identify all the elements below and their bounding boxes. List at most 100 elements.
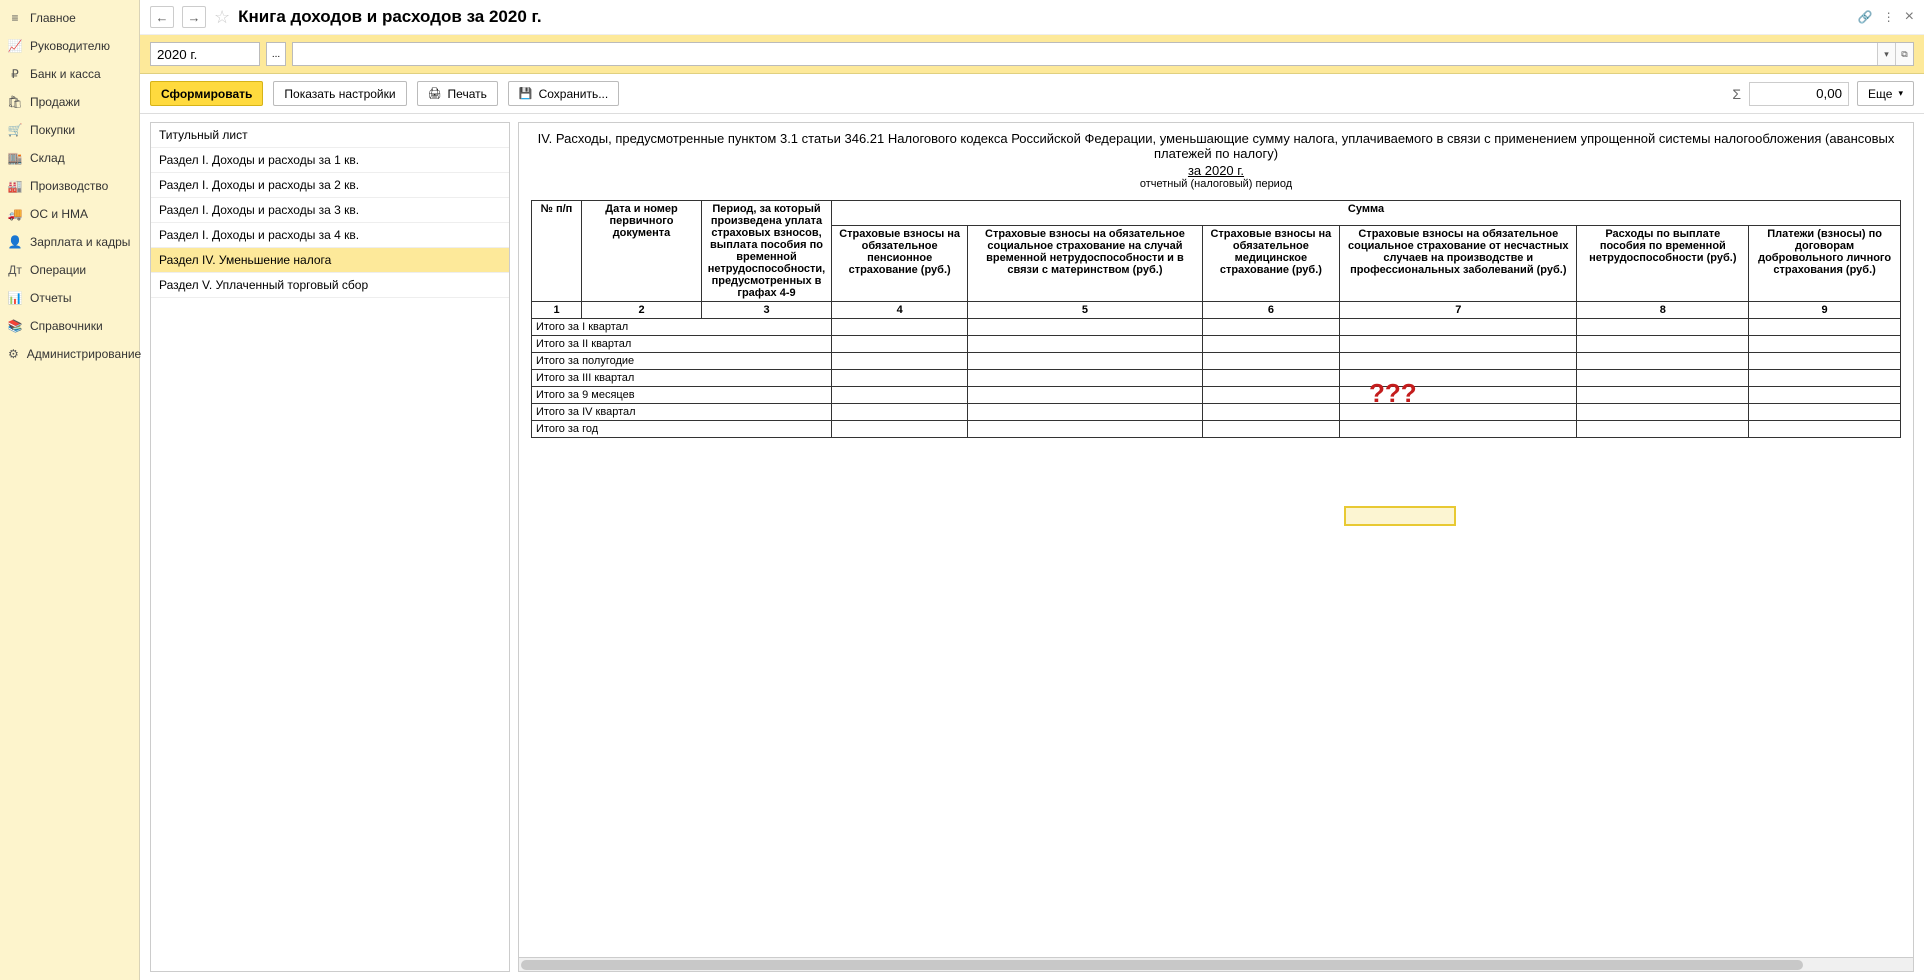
nav-production[interactable]: 🏭Производство xyxy=(0,172,139,200)
link-icon[interactable]: 🔗 xyxy=(1858,10,1873,24)
nav-operations[interactable]: Дт Операции xyxy=(0,256,139,284)
nav-admin[interactable]: ⚙ Администрирование xyxy=(0,340,139,368)
period-input[interactable] xyxy=(150,42,260,66)
nav-warehouse[interactable]: 🏬 Склад xyxy=(0,144,139,172)
nav-refs[interactable]: 📚 Справочники xyxy=(0,312,139,340)
cart-icon: 🛒 xyxy=(8,123,22,137)
scrollbar-thumb[interactable] xyxy=(521,960,1803,970)
section-q4[interactable]: Раздел I. Доходы и расходы за 4 кв. xyxy=(151,223,509,248)
org-input[interactable] xyxy=(293,43,1877,65)
settings-button[interactable]: Показать настройки xyxy=(273,81,406,106)
books-icon: 📚 xyxy=(8,319,22,333)
annotation-question-marks: ??? xyxy=(1369,378,1417,409)
bag-icon: 🛍 xyxy=(8,95,22,109)
section-q1[interactable]: Раздел I. Доходы и расходы за 1 кв. xyxy=(151,148,509,173)
factory-icon: 🏭 xyxy=(8,179,22,193)
nav-manager[interactable]: 📈 Руководителю xyxy=(0,32,139,60)
section-q2[interactable]: Раздел I. Доходы и расходы за 2 кв. xyxy=(151,173,509,198)
chevron-down-icon[interactable]: ▾ xyxy=(1877,43,1895,65)
nav-assets[interactable]: 🚚 ОС и НМА xyxy=(0,200,139,228)
nav-label: Продажи xyxy=(30,95,80,109)
nav-main[interactable]: ≡ Главное xyxy=(0,4,139,32)
report-table: № п/п Дата и номер первичного документа … xyxy=(531,200,1901,438)
nav-label: Руководителю xyxy=(30,39,110,53)
horizontal-scrollbar[interactable] xyxy=(519,957,1913,971)
kebab-icon[interactable]: ⋮ xyxy=(1883,10,1895,24)
save-icon: 💾 xyxy=(519,87,533,100)
nav-label: ОС и НМА xyxy=(30,207,88,221)
colnum-1: 1 xyxy=(532,302,582,319)
section-q3[interactable]: Раздел I. Доходы и расходы за 3 кв. xyxy=(151,198,509,223)
report-subhead: отчетный (налоговый) период xyxy=(531,178,1901,190)
warehouse-icon: 🏬 xyxy=(8,151,22,165)
sum-input[interactable] xyxy=(1749,82,1849,106)
popout-icon[interactable]: ⧉ xyxy=(1895,43,1913,65)
section-iv-tax-reduction[interactable]: Раздел IV. Уменьшение налога xyxy=(151,248,509,273)
dtkt-icon: Дт xyxy=(8,263,22,277)
nav-purchases[interactable]: 🛒Покупки xyxy=(0,116,139,144)
colnum-4: 4 xyxy=(832,302,968,319)
org-combo[interactable]: ▾ ⧉ xyxy=(292,42,1914,66)
nav-label: Справочники xyxy=(30,319,103,333)
chart-icon: 📈 xyxy=(8,39,22,53)
titlebar: ← → ☆ Книга доходов и расходов за 2020 г… xyxy=(140,0,1924,35)
table-row: Итого за 9 месяцев xyxy=(532,387,1901,404)
table-row: Итого за полугодие xyxy=(532,353,1901,370)
star-icon[interactable]: ☆ xyxy=(214,7,230,28)
forward-button[interactable]: → xyxy=(182,6,206,28)
colnum-8: 8 xyxy=(1577,302,1749,319)
form-button[interactable]: Сформировать xyxy=(150,81,263,106)
gear-icon: ⚙ xyxy=(8,347,19,361)
nav-label: Склад xyxy=(30,151,65,165)
ruble-icon: ₽ xyxy=(8,67,22,81)
sigma-icon: Σ xyxy=(1732,86,1741,102)
section-title-page[interactable]: Титульный лист xyxy=(151,123,509,148)
report-panel[interactable]: IV. Расходы, предусмотренные пунктом 3.1… xyxy=(518,122,1914,972)
truck-icon: 🚚 xyxy=(8,207,22,221)
colnum-7: 7 xyxy=(1340,302,1577,319)
col-medical: Страховые взносы на обязательное медицин… xyxy=(1202,225,1340,301)
save-button[interactable]: 💾Сохранить... xyxy=(508,81,619,106)
colnum-9: 9 xyxy=(1749,302,1901,319)
more-button[interactable]: Еще▾ xyxy=(1857,81,1914,106)
col-period: Период, за который произведена уплата ст… xyxy=(702,201,832,302)
nav-label: Отчеты xyxy=(30,291,71,305)
main: ← → ☆ Книга доходов и расходов за 2020 г… xyxy=(140,0,1924,980)
report-period: за 2020 г. xyxy=(531,163,1901,178)
colnum-6: 6 xyxy=(1202,302,1340,319)
nav-bank[interactable]: ₽ Банк и касса xyxy=(0,60,139,88)
nav-label: Операции xyxy=(30,263,86,277)
colnum-2: 2 xyxy=(582,302,702,319)
nav-reports[interactable]: 📊 Отчеты xyxy=(0,284,139,312)
page-title: Книга доходов и расходов за 2020 г. xyxy=(238,7,541,27)
bars-icon: 📊 xyxy=(8,291,22,305)
section-v-trade-fee[interactable]: Раздел V. Уплаченный торговый сбор xyxy=(151,273,509,298)
nav-label: Зарплата и кадры xyxy=(30,235,130,249)
sections-panel: Титульный лист Раздел I. Доходы и расход… xyxy=(150,122,510,972)
printer-icon: 🖨 xyxy=(428,87,442,100)
menu-icon: ≡ xyxy=(8,11,22,25)
person-icon: 👤 xyxy=(8,235,22,249)
table-row: Итого за II квартал xyxy=(532,336,1901,353)
nav-label: Главное xyxy=(30,11,76,25)
back-button[interactable]: ← xyxy=(150,6,174,28)
nav-salary[interactable]: 👤 Зарплата и кадры xyxy=(0,228,139,256)
table-row: Итого за III квартал xyxy=(532,370,1901,387)
col-doc: Дата и номер первичного документа xyxy=(582,201,702,302)
col-num: № п/п xyxy=(532,201,582,302)
col-accident: Страховые взносы на обязательное социаль… xyxy=(1340,225,1577,301)
selection-highlight xyxy=(1344,506,1456,526)
close-icon[interactable]: × xyxy=(1905,8,1914,26)
col-pension: Страховые взносы на обязательное пенсион… xyxy=(832,225,968,301)
table-row: Итого за год xyxy=(532,421,1901,438)
period-picker-button[interactable]: ... xyxy=(266,42,286,66)
table-row: Итого за IV квартал xyxy=(532,404,1901,421)
sidebar: ≡ Главное 📈 Руководителю ₽ Банк и касса 🛍 Пр… xyxy=(0,0,140,980)
print-button[interactable]: 🖨Печать xyxy=(417,81,498,106)
nav-label: Банк и касса xyxy=(30,67,101,81)
report-heading: IV. Расходы, предусмотренные пунктом 3.1… xyxy=(531,131,1901,161)
nav-sales[interactable]: 🛍 Продажи xyxy=(0,88,139,116)
content: Титульный лист Раздел I. Доходы и расход… xyxy=(140,114,1924,980)
toolbar: Сформировать Показать настройки 🖨Печать … xyxy=(140,74,1924,114)
nav-label: Администрирование xyxy=(27,347,141,361)
